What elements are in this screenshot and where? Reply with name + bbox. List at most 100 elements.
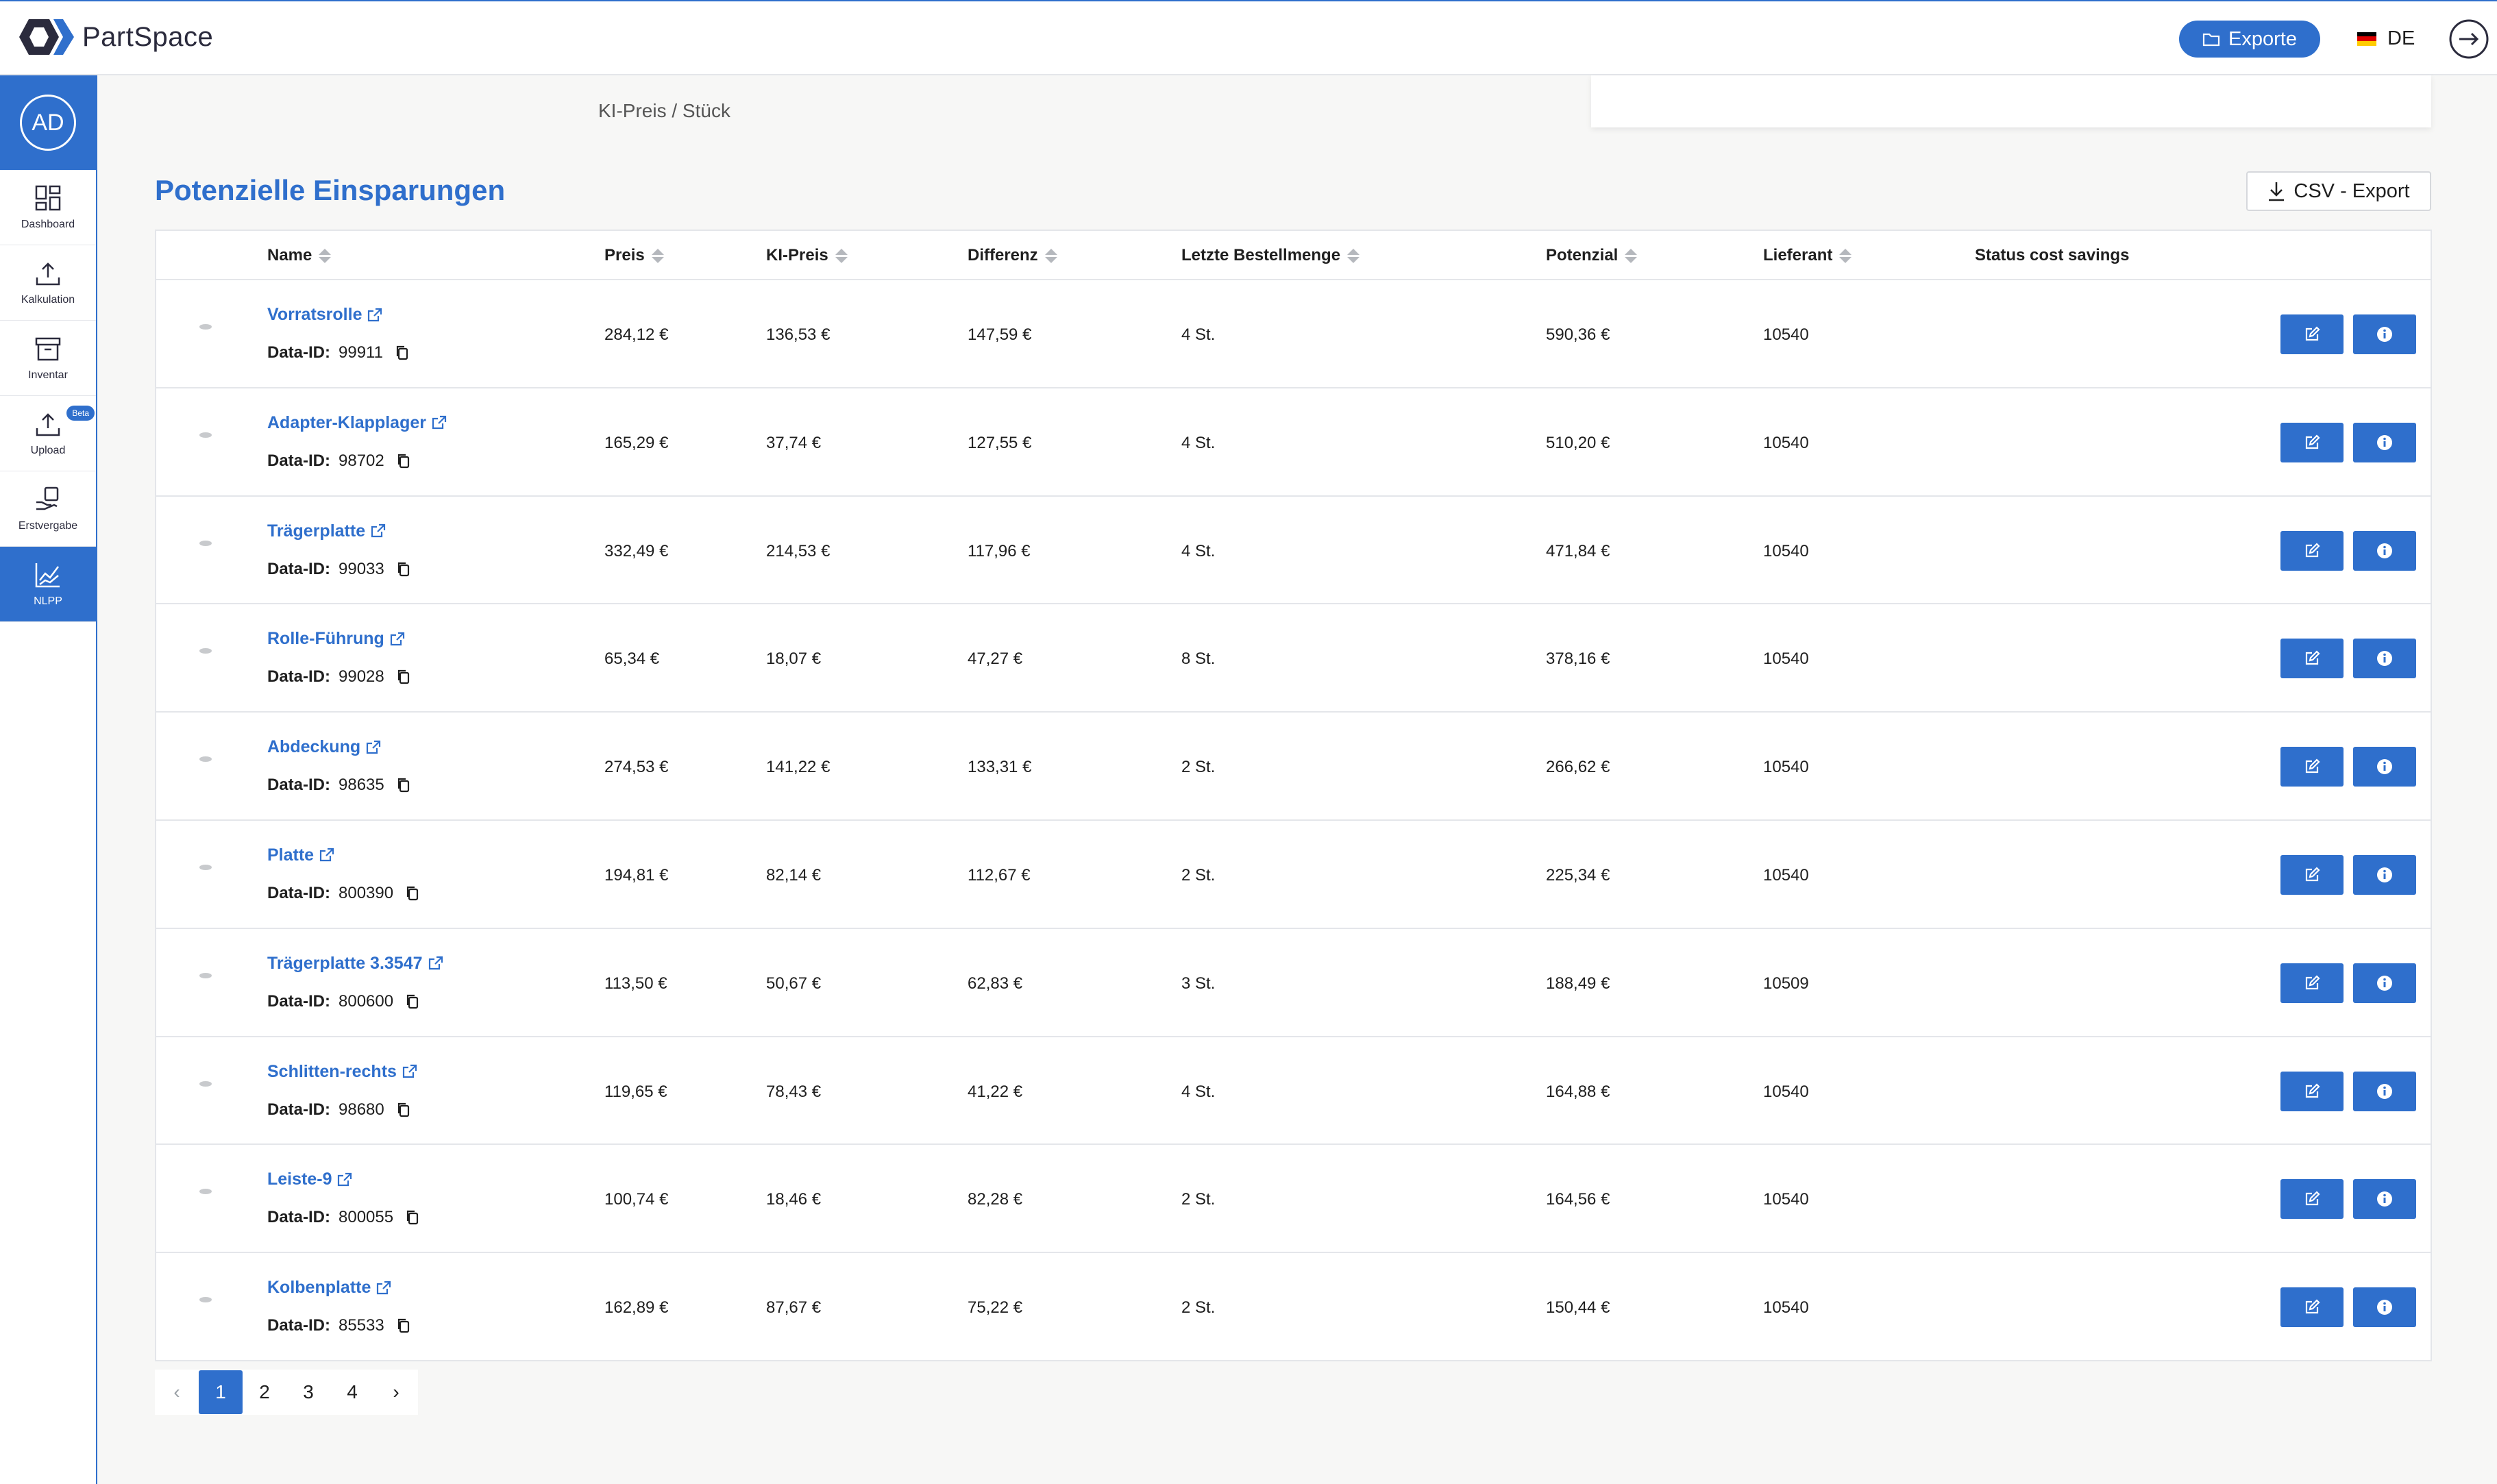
sidebar-item-inventar[interactable]: Inventar bbox=[0, 321, 96, 396]
info-button[interactable] bbox=[2353, 1179, 2416, 1220]
part-name-link[interactable]: Rolle-Führung bbox=[267, 629, 405, 649]
sidebar-item-nlpp[interactable]: NLPP bbox=[0, 547, 96, 622]
info-button[interactable] bbox=[2353, 422, 2416, 462]
part-thumbnail-icon bbox=[199, 432, 212, 438]
savings-table: Name Preis KI-Preis Differenz Letzte Bes… bbox=[155, 230, 2432, 1361]
edit-button[interactable] bbox=[2280, 747, 2344, 787]
part-name-link[interactable]: Schlitten-rechts bbox=[267, 1062, 417, 1082]
column-header-potenzial[interactable]: Potenzial bbox=[1546, 246, 1638, 265]
part-name-link[interactable]: Kolbenplatte bbox=[267, 1278, 391, 1298]
info-button[interactable] bbox=[2353, 854, 2416, 895]
external-link-icon bbox=[338, 1172, 352, 1186]
column-header-lieferant[interactable]: Lieferant bbox=[1763, 246, 1852, 265]
cell-potenzial: 510,20 € bbox=[1546, 433, 1610, 452]
prev-page-button[interactable]: ‹ bbox=[155, 1370, 199, 1414]
edit-icon bbox=[2305, 650, 2320, 665]
copy-icon[interactable] bbox=[397, 1102, 410, 1118]
hexagon-logo-icon bbox=[19, 19, 74, 55]
page-1-button[interactable]: 1 bbox=[199, 1370, 243, 1414]
logout-button[interactable] bbox=[2448, 18, 2489, 63]
copy-icon[interactable] bbox=[406, 1209, 419, 1226]
edit-button[interactable] bbox=[2280, 530, 2344, 571]
table-row: Leiste-9 Data-ID: 800055 100,74 € 18,46 € 82,… bbox=[156, 1145, 2431, 1254]
cell-differenz: 127,55 € bbox=[968, 433, 1032, 452]
edit-button[interactable] bbox=[2280, 1071, 2344, 1111]
info-button[interactable] bbox=[2353, 963, 2416, 1003]
part-name-link[interactable]: Platte bbox=[267, 845, 334, 865]
column-header-name[interactable]: Name bbox=[267, 246, 332, 265]
sort-icon bbox=[835, 248, 848, 263]
copy-icon[interactable] bbox=[397, 453, 410, 469]
edit-button[interactable] bbox=[2280, 854, 2344, 895]
german-flag-icon bbox=[2357, 32, 2376, 46]
part-name-link[interactable]: Adapter-Klapplager bbox=[267, 413, 447, 433]
edit-button[interactable] bbox=[2280, 1179, 2344, 1220]
copy-icon[interactable] bbox=[397, 777, 410, 793]
language-selector[interactable]: DE bbox=[2357, 27, 2415, 50]
column-header-differenz[interactable]: Differenz bbox=[968, 246, 1057, 265]
sidebar-item-upload[interactable]: Beta Upload bbox=[0, 396, 96, 471]
part-name-link[interactable]: Leiste-9 bbox=[267, 1170, 352, 1189]
exports-button[interactable]: Exporte bbox=[2179, 21, 2320, 58]
cell-preis: 274,53 € bbox=[604, 758, 669, 777]
copy-icon[interactable] bbox=[406, 885, 419, 902]
table-row: Adapter-Klapplager Data-ID: 98702 165,29 € 3… bbox=[156, 388, 2431, 497]
info-icon bbox=[2377, 1300, 2392, 1315]
sidebar-item-label: Kalkulation bbox=[21, 293, 75, 306]
page-4-button[interactable]: 4 bbox=[330, 1370, 374, 1414]
app-logo[interactable]: PartSpace bbox=[19, 16, 213, 58]
sort-icon bbox=[1625, 248, 1638, 263]
part-thumbnail-icon bbox=[199, 1189, 212, 1195]
part-name-link[interactable]: Trägerplatte bbox=[267, 521, 386, 541]
sidebar-item-kalkulation[interactable]: Kalkulation bbox=[0, 245, 96, 321]
page-2-button[interactable]: 2 bbox=[243, 1370, 286, 1414]
info-button[interactable] bbox=[2353, 314, 2416, 354]
part-thumbnail-icon bbox=[199, 756, 212, 763]
column-header-preis[interactable]: Preis bbox=[604, 246, 664, 265]
edit-button[interactable] bbox=[2280, 963, 2344, 1003]
copy-icon[interactable] bbox=[397, 561, 410, 578]
part-name-link[interactable]: Vorratsrolle bbox=[267, 305, 382, 325]
cell-ki-preis: 136,53 € bbox=[766, 325, 831, 344]
cell-bestellmenge: 3 St. bbox=[1181, 974, 1216, 993]
copy-icon[interactable] bbox=[397, 669, 410, 685]
info-button[interactable] bbox=[2353, 1287, 2416, 1328]
copy-icon[interactable] bbox=[397, 1318, 410, 1334]
next-page-button[interactable]: › bbox=[374, 1370, 418, 1414]
part-name-link[interactable]: Abdeckung bbox=[267, 737, 381, 757]
part-name-link[interactable]: Trägerplatte 3.3547 bbox=[267, 954, 443, 974]
csv-export-button[interactable]: CSV - Export bbox=[2246, 171, 2431, 211]
cell-differenz: 41,22 € bbox=[968, 1082, 1023, 1101]
info-button[interactable] bbox=[2353, 1071, 2416, 1111]
info-button[interactable] bbox=[2353, 639, 2416, 679]
info-button[interactable] bbox=[2353, 747, 2416, 787]
cell-preis: 65,34 € bbox=[604, 650, 660, 669]
part-thumbnail-icon bbox=[199, 864, 212, 870]
user-panel: AD bbox=[0, 75, 96, 170]
info-icon bbox=[2377, 1083, 2392, 1099]
data-id: Data-ID: 99033 bbox=[267, 560, 410, 579]
edit-button[interactable] bbox=[2280, 422, 2344, 462]
column-header-ki-preis[interactable]: KI-Preis bbox=[766, 246, 848, 265]
sidebar-item-label: Upload bbox=[30, 444, 66, 456]
sidebar-item-erstvergabe[interactable]: Erstvergabe bbox=[0, 471, 96, 547]
external-link-icon bbox=[319, 848, 334, 862]
top-bar: PartSpace Exporte DE bbox=[0, 0, 2497, 75]
part-thumbnail-icon bbox=[199, 648, 212, 654]
page-3-button[interactable]: 3 bbox=[286, 1370, 330, 1414]
edit-button[interactable] bbox=[2280, 314, 2344, 354]
edit-button[interactable] bbox=[2280, 639, 2344, 679]
table-row: Rolle-Führung Data-ID: 99028 65,34 € 18,07 €… bbox=[156, 604, 2431, 713]
cell-bestellmenge: 4 St. bbox=[1181, 433, 1216, 452]
sidebar-item-dashboard[interactable]: Dashboard bbox=[0, 170, 96, 245]
copy-icon[interactable] bbox=[395, 345, 409, 361]
cell-preis: 162,89 € bbox=[604, 1298, 669, 1318]
edit-icon bbox=[2305, 434, 2320, 449]
edit-button[interactable] bbox=[2280, 1287, 2344, 1328]
avatar[interactable]: AD bbox=[20, 95, 76, 151]
table-row: Platte Data-ID: 800390 194,81 € 82,14 € 112,6… bbox=[156, 821, 2431, 929]
column-header-letzte-bestellmenge[interactable]: Letzte Bestellmenge bbox=[1181, 246, 1360, 265]
copy-icon[interactable] bbox=[406, 993, 419, 1010]
cell-ki-preis: 18,46 € bbox=[766, 1190, 822, 1209]
info-button[interactable] bbox=[2353, 530, 2416, 571]
